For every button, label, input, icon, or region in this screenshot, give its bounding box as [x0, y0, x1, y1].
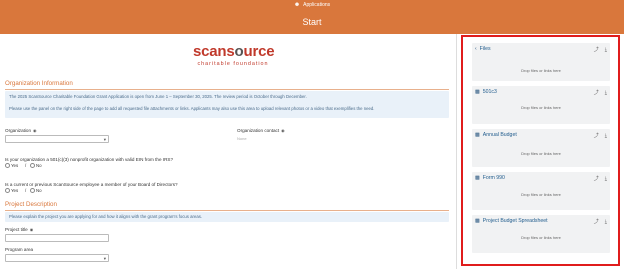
chevron-down-icon: ▾	[103, 137, 106, 142]
organization-label: Organization ◉	[5, 128, 37, 133]
chevron-down-icon: ▾	[103, 256, 106, 261]
drop-zone[interactable]: Drop files or links here	[472, 68, 610, 73]
drop-zone[interactable]: Drop files or links here	[472, 235, 610, 240]
info-line-open-period: The 2025 ScanSource Charitable Foundatio…	[9, 94, 307, 99]
file-header: ▩ Annual Budget	[475, 132, 517, 138]
link-tool-icon[interactable]: ⤴	[594, 219, 599, 225]
section-title-project-description: Project Description	[5, 201, 57, 208]
organization-select[interactable]: ▾	[5, 135, 109, 143]
info-line-panel-instructions: Please use the panel on the right side o…	[9, 106, 375, 111]
project-info-box: Please explain the project you are apply…	[5, 212, 449, 222]
link-tool-icon[interactable]: ⤴	[594, 90, 599, 96]
page-title: Start	[302, 17, 322, 27]
project-info-text: Please explain the project you are apply…	[9, 214, 203, 219]
file-header: ▩ 501c3	[475, 89, 497, 95]
radio-circle-icon	[30, 188, 35, 194]
download-icon[interactable]: ⤓	[605, 176, 607, 182]
visibility-icon: ◉	[29, 227, 34, 232]
download-icon[interactable]: ⤓	[605, 90, 607, 96]
file-actions: ⤴ ⤓	[588, 218, 607, 225]
radio-circle-icon	[30, 163, 35, 169]
files-label: Files	[479, 46, 491, 52]
applications-nav[interactable]: ☻ Applications	[0, 2, 624, 8]
file-card-annual-budget[interactable]: ▩ Annual Budget ⤴ ⤓ Drop files or links he…	[472, 129, 610, 167]
question-501c3: Is your organization a 501(c)(3) nonprof…	[5, 157, 174, 162]
download-icon[interactable]: ⤓	[605, 133, 607, 139]
logo-text-part1: scans	[193, 43, 235, 60]
section-title-organization-information: Organization Information	[5, 80, 73, 87]
radio-501c3-no[interactable]: No	[30, 163, 42, 169]
folder-icon: ▩	[475, 218, 480, 224]
logo-text-part2: urce	[243, 43, 275, 60]
radio-separator: /	[25, 163, 27, 168]
project-title-label-text: Project title	[5, 227, 28, 232]
project-title-label: Project title ◉	[5, 227, 33, 232]
panel-divider	[456, 34, 457, 269]
drop-zone[interactable]: Drop files or links here	[472, 192, 610, 197]
file-header: ▩ Project Budget Spreadsheet	[475, 218, 548, 224]
radio-label: Yes	[11, 163, 19, 168]
file-label: 501c3	[482, 89, 497, 95]
radio-separator: /	[25, 188, 27, 193]
radio-501c3-yes[interactable]: Yes	[5, 163, 19, 169]
file-actions: ⤴ ⤓	[588, 175, 607, 182]
folder-icon: ▩	[475, 132, 480, 138]
file-actions: ⤴ ⤓	[588, 132, 607, 139]
logo-text-o: o	[234, 43, 244, 60]
download-icon[interactable]: ⤓	[605, 219, 607, 225]
question-employee-board: Is a current or previous ScanSource empl…	[5, 182, 178, 187]
file-label: Project Budget Spreadsheet	[482, 218, 548, 224]
organization-info-box: The 2025 ScanSource Charitable Foundatio…	[5, 91, 449, 118]
files-card[interactable]: ‹ Files ⤴ ⤓ Drop files or links here	[472, 43, 610, 81]
link-tool-icon[interactable]: ⤴	[594, 133, 599, 139]
section-divider	[5, 210, 449, 211]
visibility-icon: ◉	[33, 128, 37, 133]
radio-circle-icon	[5, 163, 10, 169]
program-area-select[interactable]: ▾	[5, 254, 109, 262]
file-actions: ⤴ ⤓	[588, 46, 607, 53]
file-label: Annual Budget	[482, 132, 517, 138]
organization-contact-label: Organization contact ◉	[237, 128, 285, 133]
folder-icon: ▩	[475, 175, 480, 181]
link-tool-icon[interactable]: ⤴	[594, 47, 599, 53]
files-panel: ‹ Files ⤴ ⤓ Drop files or links here ▩ 501c…	[461, 35, 620, 266]
file-actions: ⤴ ⤓	[588, 89, 607, 96]
radio-label: No	[36, 188, 42, 193]
scansource-logo: scansource charitable foundation	[193, 43, 275, 67]
organization-contact-value[interactable]: None	[237, 136, 247, 141]
file-card-project-budget-spreadsheet[interactable]: ▩ Project Budget Spreadsheet ⤴ ⤓ Drop file…	[472, 215, 610, 253]
drop-zone[interactable]: Drop files or links here	[472, 105, 610, 110]
section-divider	[5, 89, 449, 90]
users-icon: ☻	[293, 2, 301, 8]
file-header: ▩ Form 990	[475, 175, 505, 181]
radio-circle-icon	[5, 188, 10, 194]
organization-label-text: Organization	[5, 128, 32, 133]
program-area-label: Program area	[5, 247, 34, 252]
radio-label: No	[36, 163, 42, 168]
file-card-form-990[interactable]: ▩ Form 990 ⤴ ⤓ Drop files or links here	[472, 172, 610, 210]
link-tool-icon[interactable]: ⤴	[594, 176, 599, 182]
folder-icon: ▩	[475, 89, 480, 95]
download-icon[interactable]: ⤓	[605, 47, 607, 53]
visibility-icon: ◉	[281, 128, 285, 133]
chevron-left-icon[interactable]: ‹	[475, 46, 477, 52]
files-header: ‹ Files	[475, 46, 491, 52]
radio-employee-no[interactable]: No	[30, 188, 42, 194]
project-title-input[interactable]	[5, 234, 109, 242]
organization-contact-label-text: Organization contact	[237, 128, 280, 133]
logo-subtitle: charitable foundation	[197, 61, 269, 67]
file-card-501c3[interactable]: ▩ 501c3 ⤴ ⤓ Drop files or links here	[472, 86, 610, 124]
applications-label: Applications	[303, 2, 331, 8]
file-label: Form 990	[482, 175, 505, 181]
radio-label: Yes	[11, 188, 19, 193]
radio-employee-yes[interactable]: Yes	[5, 188, 19, 194]
drop-zone[interactable]: Drop files or links here	[472, 151, 610, 156]
